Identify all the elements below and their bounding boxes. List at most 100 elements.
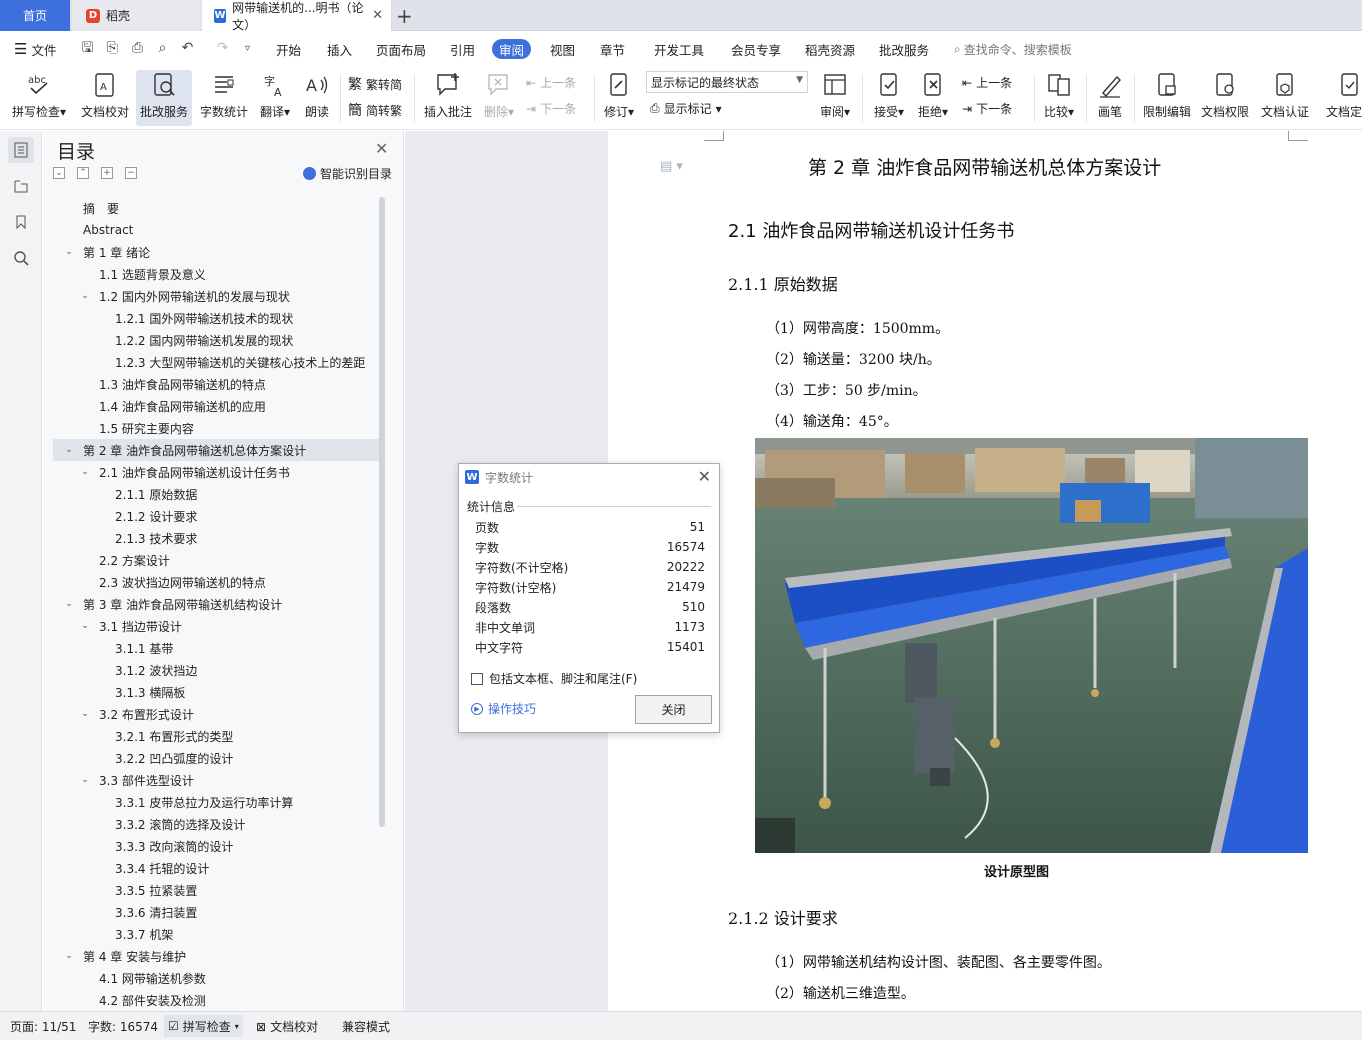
page-indicator[interactable]: 页面: 11/51: [10, 1012, 76, 1040]
toc-item[interactable]: ⌄ 第 1 章 绪论: [53, 241, 379, 263]
chevron-down-icon[interactable]: ⌄: [63, 247, 75, 257]
chevron-down-icon[interactable]: ⌄: [79, 291, 91, 301]
chapter-nav-icon[interactable]: [8, 173, 34, 199]
spell-check-button[interactable]: abc 拼写检查▾: [10, 70, 68, 126]
menu-tab[interactable]: 稻壳资源: [805, 32, 855, 66]
expand-level-icon[interactable]: ⌃: [77, 167, 89, 179]
toc-item[interactable]: 3.3.7 机架: [53, 923, 379, 945]
toc-item[interactable]: 2.2 方案设计: [53, 549, 379, 571]
review-service-button[interactable]: 批改服务: [136, 70, 192, 126]
chevron-down-icon[interactable]: ⌄: [63, 951, 75, 961]
include-textbox-checkbox[interactable]: 包括文本框、脚注和尾注(F): [471, 670, 637, 687]
toc-item[interactable]: 2.1.1 原始数据: [53, 483, 379, 505]
toc-item[interactable]: 2.3 波状挡边网带输送机的特点: [53, 571, 379, 593]
read-aloud-button[interactable]: A 朗读: [300, 70, 334, 126]
menu-tab[interactable]: 章节: [600, 32, 625, 66]
print-preview-icon[interactable]: ⌕: [155, 41, 170, 56]
to-traditional-button[interactable]: 繁繁转简: [348, 74, 402, 94]
toc-item[interactable]: 4.2 部件安装及检测: [53, 989, 379, 1008]
toc-scrollbar[interactable]: [379, 197, 385, 827]
menu-tab[interactable]: 引用: [450, 32, 475, 66]
save-icon[interactable]: 🖫: [80, 41, 95, 56]
toc-item[interactable]: 1.2.1 国外网带输送机技术的现状: [53, 307, 379, 329]
chevron-down-icon[interactable]: ⌄: [79, 467, 91, 477]
close-icon[interactable]: ✕: [698, 467, 711, 486]
menu-tab[interactable]: 开发工具: [654, 32, 704, 66]
menu-tab[interactable]: 插入: [327, 32, 352, 66]
toc-item[interactable]: 1.1 选题背景及意义: [53, 263, 379, 285]
delete-comment-button[interactable]: 删除▾: [480, 70, 518, 126]
toc-item[interactable]: 3.3.3 改向滚筒的设计: [53, 835, 379, 857]
chevron-down-icon[interactable]: ⌄: [79, 621, 91, 631]
menu-tab[interactable]: 视图: [550, 32, 575, 66]
toc-item[interactable]: ⌄ 第 3 章 油炸食品网带输送机结构设计: [53, 593, 379, 615]
chevron-down-icon[interactable]: ⌄: [63, 445, 75, 455]
word-count-button[interactable]: 字数统计: [198, 70, 250, 126]
close-tab-icon[interactable]: ✕: [372, 8, 383, 23]
word-count-indicator[interactable]: 字数: 16574: [88, 1012, 158, 1040]
to-simplified-button[interactable]: 簡简转繁: [348, 100, 402, 120]
toc-item[interactable]: 1.2.3 大型网带输送机的关键核心技术上的差距: [53, 351, 379, 373]
toc-item[interactable]: ⌄ 3.2 布置形式设计: [53, 703, 379, 725]
compare-button[interactable]: 比较▾: [1040, 70, 1078, 126]
prev-change-button[interactable]: ⇤ 上一条: [962, 74, 1012, 91]
print-icon[interactable]: ⎙: [130, 41, 145, 56]
toc-item[interactable]: ⌄ 2.1 油炸食品网带输送机设计任务书: [53, 461, 379, 483]
redo-icon[interactable]: ↷: [215, 41, 230, 56]
toc-item[interactable]: 1.4 油炸食品网带输送机的应用: [53, 395, 379, 417]
toc-item[interactable]: ⌄ 3.3 部件选型设计: [53, 769, 379, 791]
tab-document[interactable]: W 网带输送机的...明书（论文） ✕: [202, 0, 392, 32]
doc-proof-button[interactable]: A 文档校对: [78, 70, 132, 126]
add-heading-icon[interactable]: +: [101, 167, 113, 179]
toc-item[interactable]: 2.1.2 设计要求: [53, 505, 379, 527]
track-changes-button[interactable]: 修订▾: [600, 70, 638, 126]
collapse-all-icon[interactable]: ⌄: [53, 167, 65, 179]
next-change-button[interactable]: ⇥ 下一条: [962, 100, 1012, 117]
show-markup-button[interactable]: ⎙ 显示标记 ▾: [650, 100, 722, 117]
spell-check-status[interactable]: ☑ 拼写检查 ▾: [164, 1015, 243, 1037]
dialog-titlebar[interactable]: W 字数统计: [459, 464, 719, 490]
toc-item[interactable]: 3.2.2 凹凸弧度的设计: [53, 747, 379, 769]
menu-tab[interactable]: 页面布局: [376, 32, 426, 66]
checkbox-box[interactable]: [471, 672, 483, 685]
file-menu[interactable]: ☰ 文件: [14, 32, 56, 66]
doc-auth-button[interactable]: 文档认证: [1256, 70, 1314, 126]
toc-item[interactable]: 2.1.3 技术要求: [53, 527, 379, 549]
toc-item[interactable]: 3.3.6 清扫装置: [53, 901, 379, 923]
toc-item[interactable]: 1.5 研究主要内容: [53, 417, 379, 439]
pen-button[interactable]: 画笔: [1092, 70, 1128, 126]
conveyor-photo[interactable]: [755, 438, 1308, 853]
toc-item[interactable]: 摘 要: [53, 197, 379, 219]
toc-item[interactable]: ⌄ 3.1 挡边带设计: [53, 615, 379, 637]
toc-item[interactable]: 3.1.3 横隔板: [53, 681, 379, 703]
tab-daoke[interactable]: D 稻壳: [72, 0, 200, 31]
toc-item[interactable]: ⌄ 第 4 章 安装与维护: [53, 945, 379, 967]
smart-toc-button[interactable]: 智能识别目录: [303, 165, 392, 182]
toc-item[interactable]: ⌄ 1.2 国内外网带输送机的发展与现状: [53, 285, 379, 307]
remove-heading-icon[interactable]: −: [125, 167, 137, 179]
menu-tab[interactable]: 开始: [276, 32, 301, 66]
bookmark-icon[interactable]: [8, 209, 34, 235]
markup-state-select[interactable]: 显示标记的最终状态 ▼: [646, 71, 808, 93]
prev-comment-button[interactable]: ⇤ 上一条: [526, 74, 576, 91]
reject-button[interactable]: 拒绝▾: [914, 70, 952, 126]
toc-item[interactable]: 3.3.2 滚筒的选择及设计: [53, 813, 379, 835]
menu-tab[interactable]: 批改服务: [879, 32, 929, 66]
toc-item[interactable]: 3.1.2 波状挡边: [53, 659, 379, 681]
review-pane-button[interactable]: 审阅▾: [816, 70, 854, 126]
toc-item[interactable]: 1.2.2 国内网带输送机发展的现状: [53, 329, 379, 351]
accept-button[interactable]: 接受▾: [870, 70, 908, 126]
toc-item[interactable]: 4.1 网带输送机参数: [53, 967, 379, 989]
document-page[interactable]: ▤ ▾ 第 2 章 油炸食品网带输送机总体方案设计 2.1 油炸食品网带输送机设…: [608, 131, 1362, 1011]
tips-link[interactable]: ▶ 操作技巧: [471, 700, 536, 717]
translate-button[interactable]: 字A 翻译▾: [256, 70, 294, 126]
quick-access-more-icon[interactable]: ▿: [240, 41, 255, 56]
close-button[interactable]: 关闭: [635, 695, 712, 724]
toc-panel-icon[interactable]: [8, 137, 34, 163]
toc-item[interactable]: 3.1.1 基带: [53, 637, 379, 659]
menu-tab[interactable]: 审阅: [492, 39, 532, 59]
toc-item[interactable]: 3.3.1 皮带总拉力及运行功率计算: [53, 791, 379, 813]
next-comment-button[interactable]: ⇥ 下一条: [526, 100, 576, 117]
chevron-down-icon[interactable]: ⌄: [79, 775, 91, 785]
doc-proof-status[interactable]: ⊠ 文档校对: [256, 1012, 318, 1040]
